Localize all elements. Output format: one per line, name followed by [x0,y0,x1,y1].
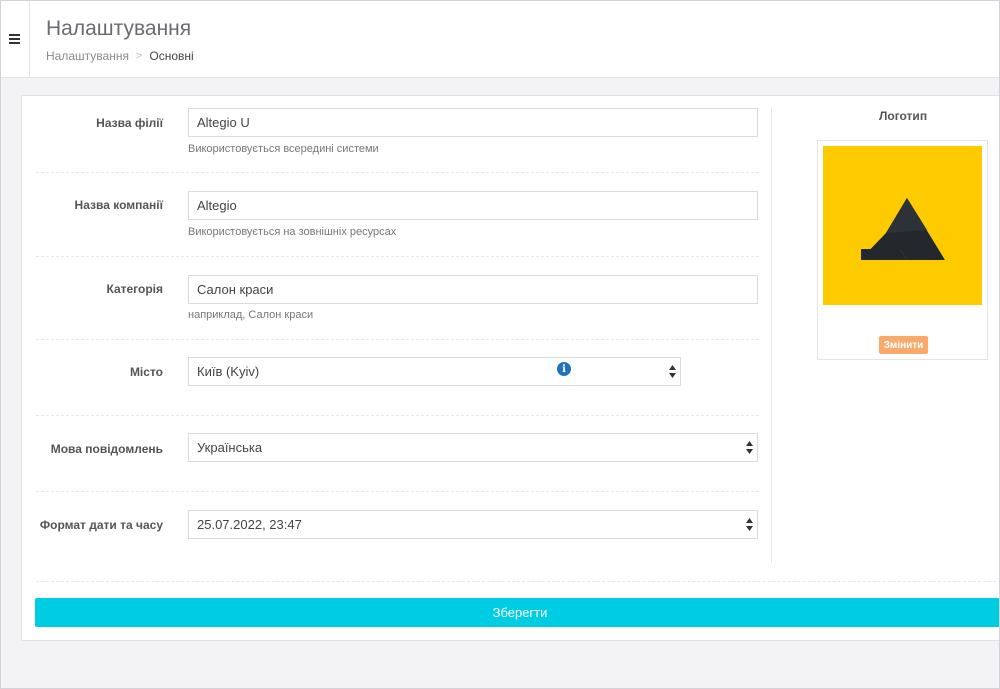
category-input[interactable]: Салон краси [188,275,758,304]
datetime-format-label: Формат дати та часу [39,518,163,532]
city-select[interactable]: Київ (Kyiv) [188,357,681,386]
breadcrumb-separator: > [135,50,143,62]
category-hint: наприклад, Салон краси [188,309,314,321]
form-bottom-divider [36,581,1000,582]
notification-language-value: Українська [197,440,263,455]
notification-language-label: Мова повідомлень [50,442,163,456]
column-divider [771,108,772,563]
city-label: Місто [129,365,163,379]
notification-language-select[interactable]: Українська [188,433,758,462]
form-row-company-name: Назва компанії Altegio Використовується … [36,173,759,257]
datetime-format-select[interactable]: 25.07.2022, 23:47 [188,510,758,539]
branch-name-value: Altegio U [197,115,250,130]
company-name-input[interactable]: Altegio [188,191,758,220]
form-row-category: Категорія Салон краси наприклад, Салон к… [36,257,759,340]
altegio-logo-mark [861,198,945,260]
category-label: Категорія [106,282,163,296]
form-row-branch-name: Назва філії Altegio U Використовується в… [36,96,759,173]
form-row-notification-language: Мова повідомлень Українська [36,416,759,492]
category-value: Салон краси [197,282,274,297]
branch-name-hint: Використовується всередині системи [188,143,379,155]
breadcrumb-item-settings[interactable]: Налаштування [46,49,129,63]
company-name-value: Altegio [197,198,237,213]
logo-card: Змінити [817,140,988,360]
change-logo-button[interactable]: Змінити [879,336,928,354]
hamburger-icon [9,34,20,44]
info-icon[interactable]: i [557,362,571,376]
breadcrumb: Налаштування > Основні [46,49,194,63]
select-arrows-icon [746,518,753,531]
city-value: Київ (Kyiv) [197,364,260,379]
page-title: Налаштування [46,17,192,40]
page-header: Налаштування Налаштування > Основні [0,0,1000,78]
logo-title: Логотип [878,109,928,123]
select-arrows-icon [669,365,676,378]
company-name-label: Назва компанії [74,198,163,212]
branch-name-label: Назва філії [96,116,163,130]
datetime-format-value: 25.07.2022, 23:47 [197,517,302,532]
branch-name-input[interactable]: Altegio U [188,108,758,137]
company-name-hint: Використовується на зовнішніх ресурсах [188,226,397,238]
menu-toggle-button[interactable] [0,0,30,78]
company-logo-image [823,146,982,305]
settings-panel: Назва філії Altegio U Використовується в… [21,95,1000,641]
form-row-datetime-format: Формат дати та часу 25.07.2022, 23:47 [36,492,759,568]
form-row-city: Місто Київ (Kyiv) i [36,340,759,416]
breadcrumb-item-general: Основні [149,49,194,63]
save-button[interactable]: Зберегти [35,598,1000,627]
select-arrows-icon [746,441,753,454]
